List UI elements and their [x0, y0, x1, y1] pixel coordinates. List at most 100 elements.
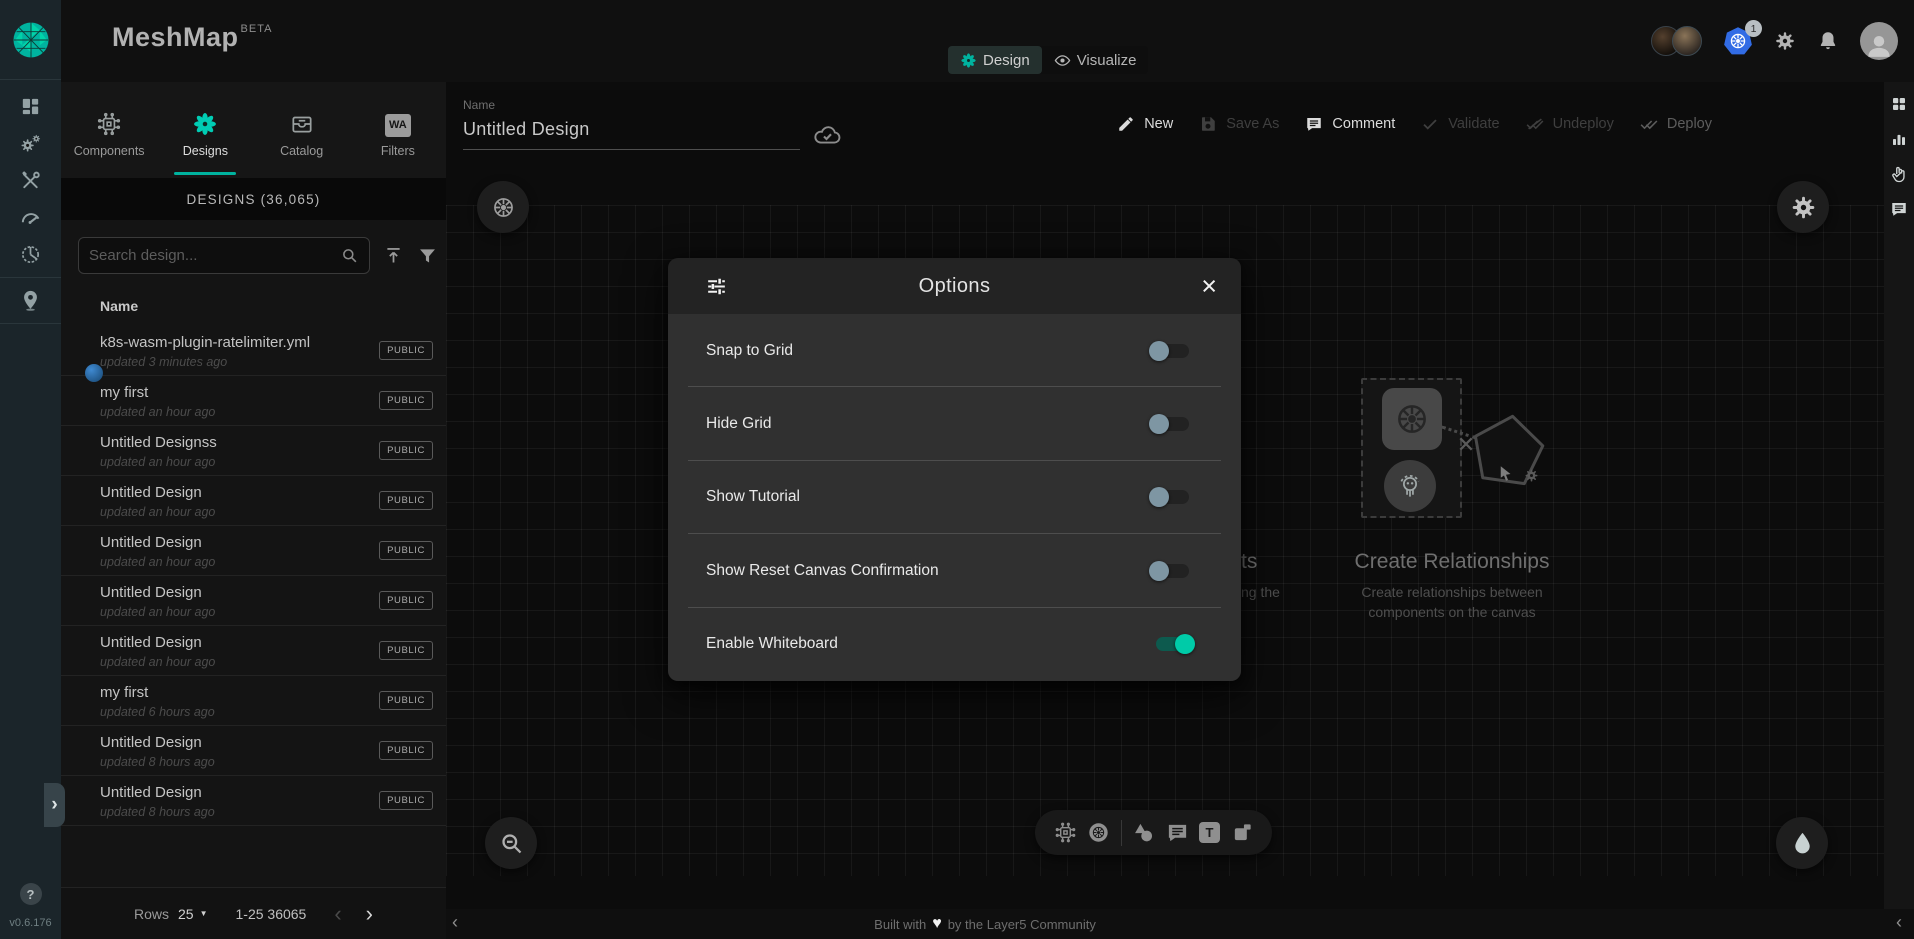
- gears-icon: [19, 132, 42, 155]
- visibility-badge: PUBLIC: [379, 541, 433, 560]
- sidebar-item-lifecycle[interactable]: [0, 125, 61, 162]
- design-row[interactable]: Untitled Designss updated an hour ago PU…: [61, 426, 446, 476]
- add-component-tool[interactable]: [1054, 821, 1077, 844]
- action-label: Comment: [1332, 116, 1395, 132]
- assistant-button[interactable]: [1776, 817, 1828, 869]
- media-tool[interactable]: [1231, 821, 1254, 844]
- sidebar-item-meshmap[interactable]: [0, 282, 61, 319]
- import-design-button[interactable]: [383, 245, 404, 266]
- panel-expander-handle[interactable]: ›: [44, 783, 65, 827]
- footer-prefix: Built with: [874, 917, 926, 932]
- owner-avatar: [85, 364, 103, 382]
- design-row[interactable]: k8s-wasm-plugin-ratelimiter.yml updated …: [61, 326, 446, 376]
- k8s-context-button[interactable]: 1: [1723, 26, 1753, 56]
- design-row[interactable]: Untitled Design updated 8 hours ago PUBL…: [61, 776, 446, 826]
- sidebar-item-performance[interactable]: [0, 199, 61, 236]
- location-pin-icon: [19, 289, 42, 312]
- rows-per-page-select[interactable]: 25: [178, 906, 194, 922]
- layer5-logo[interactable]: [0, 0, 61, 80]
- search-input[interactable]: [89, 247, 340, 264]
- dock-metrics-button[interactable]: [1890, 130, 1908, 148]
- design-row[interactable]: Untitled Design updated an hour ago PUBL…: [61, 526, 446, 576]
- text-tool[interactable]: T: [1199, 822, 1220, 843]
- option-row-enable-whiteboard: Enable Whiteboard: [668, 608, 1241, 681]
- kubernetes-tool[interactable]: [1087, 821, 1110, 844]
- canvas-options-button[interactable]: [1777, 181, 1829, 233]
- new-design-button[interactable]: New: [1117, 115, 1173, 133]
- toggle-k8s-view-button[interactable]: [477, 181, 529, 233]
- reset-canvas-confirmation-toggle[interactable]: [1149, 559, 1195, 583]
- filter-list-button[interactable]: [417, 245, 438, 266]
- dock-comments-button[interactable]: [1890, 200, 1908, 218]
- deploy-button[interactable]: Deploy: [1640, 115, 1712, 133]
- chevron-right-icon: ›: [51, 794, 57, 816]
- name-field-label: Name: [463, 98, 800, 112]
- dock-interact-button[interactable]: [1890, 165, 1908, 183]
- check-icon: [1421, 115, 1439, 133]
- sidebar-item-dashboard[interactable]: [0, 88, 61, 125]
- design-canvas[interactable]: Name New Save As Comment Validate: [446, 82, 1884, 909]
- design-row[interactable]: Untitled Design updated an hour ago PUBL…: [61, 626, 446, 676]
- settings-button[interactable]: [1774, 30, 1796, 52]
- comment-button[interactable]: Comment: [1305, 115, 1395, 133]
- sidebar-item-configuration[interactable]: [0, 162, 61, 199]
- enable-whiteboard-toggle[interactable]: [1149, 632, 1195, 656]
- tab-designs[interactable]: Designs: [157, 82, 253, 178]
- kubernetes-circle-icon: [1087, 821, 1110, 844]
- meshery-component-circle: [1384, 460, 1436, 512]
- funnel-icon: [417, 245, 438, 266]
- dashboard-icon: [19, 95, 42, 118]
- option-row-reset-confirmation: Show Reset Canvas Confirmation: [668, 534, 1241, 607]
- sidebar-divider: [0, 323, 61, 324]
- snap-to-grid-toggle[interactable]: [1149, 339, 1195, 363]
- meshery-pinwheel-icon: [960, 52, 977, 69]
- design-row[interactable]: Untitled Design updated an hour ago PUBL…: [61, 576, 446, 626]
- crossed-double-check-icon: [1526, 115, 1544, 133]
- hide-grid-toggle[interactable]: [1149, 412, 1195, 436]
- tab-visualize[interactable]: Visualize: [1042, 46, 1149, 74]
- clipped-onboarding-text: ts: [1241, 550, 1257, 574]
- show-tutorial-toggle[interactable]: [1149, 485, 1195, 509]
- zoom-out-button[interactable]: [485, 817, 537, 869]
- cursor-icon: [1496, 464, 1515, 483]
- notifications-button[interactable]: [1817, 30, 1839, 52]
- tab-components[interactable]: Components: [61, 82, 157, 178]
- undeploy-button[interactable]: Undeploy: [1526, 115, 1614, 133]
- kubernetes-component-tile: [1382, 388, 1442, 450]
- comment-icon: [1890, 200, 1908, 218]
- previous-page-button[interactable]: ‹: [334, 904, 341, 924]
- collaborator-avatars[interactable]: [1651, 26, 1702, 56]
- tab-filters[interactable]: WA Filters: [350, 82, 446, 178]
- design-row[interactable]: Untitled Design updated an hour ago PUBL…: [61, 476, 446, 526]
- next-page-button[interactable]: ›: [366, 904, 373, 924]
- design-name-input[interactable]: [463, 112, 800, 150]
- help-button[interactable]: ?: [20, 883, 42, 905]
- shapes-tool[interactable]: [1132, 821, 1155, 844]
- validate-button[interactable]: Validate: [1421, 115, 1499, 133]
- chevron-down-icon[interactable]: ▼: [200, 909, 208, 918]
- user-avatar[interactable]: [1860, 22, 1898, 60]
- wasm-filter-icon: WA: [385, 114, 411, 137]
- sidebar-divider: [0, 277, 61, 278]
- save-as-button[interactable]: Save As: [1199, 115, 1279, 133]
- designs-panel: Components Designs Catalog WA Filters DE…: [61, 82, 446, 939]
- tab-label: Filters: [381, 144, 415, 158]
- design-row[interactable]: my first updated 6 hours ago PUBLIC: [61, 676, 446, 726]
- design-row[interactable]: Untitled Design updated 8 hours ago PUBL…: [61, 726, 446, 776]
- tab-catalog[interactable]: Catalog: [254, 82, 350, 178]
- gear-icon: [1790, 194, 1817, 221]
- visibility-badge: PUBLIC: [379, 341, 433, 360]
- option-row-snap-to-grid: Snap to Grid: [668, 314, 1241, 387]
- tab-design[interactable]: Design: [948, 46, 1042, 74]
- sidebar-item-mesh[interactable]: [0, 236, 61, 273]
- modal-header: Options ×: [668, 258, 1241, 314]
- collaborator-avatar[interactable]: [1672, 26, 1702, 56]
- footer-collapse-left[interactable]: ‹: [452, 912, 458, 933]
- close-button[interactable]: ×: [1201, 274, 1217, 298]
- design-row[interactable]: my first updated an hour ago PUBLIC: [61, 376, 446, 426]
- comment-tool[interactable]: [1166, 821, 1189, 844]
- dock-panels-button[interactable]: [1890, 95, 1908, 113]
- visibility-badge: PUBLIC: [379, 441, 433, 460]
- clipped-onboarding-text: ng the: [1241, 584, 1280, 600]
- footer-collapse-right[interactable]: ‹: [1896, 912, 1902, 933]
